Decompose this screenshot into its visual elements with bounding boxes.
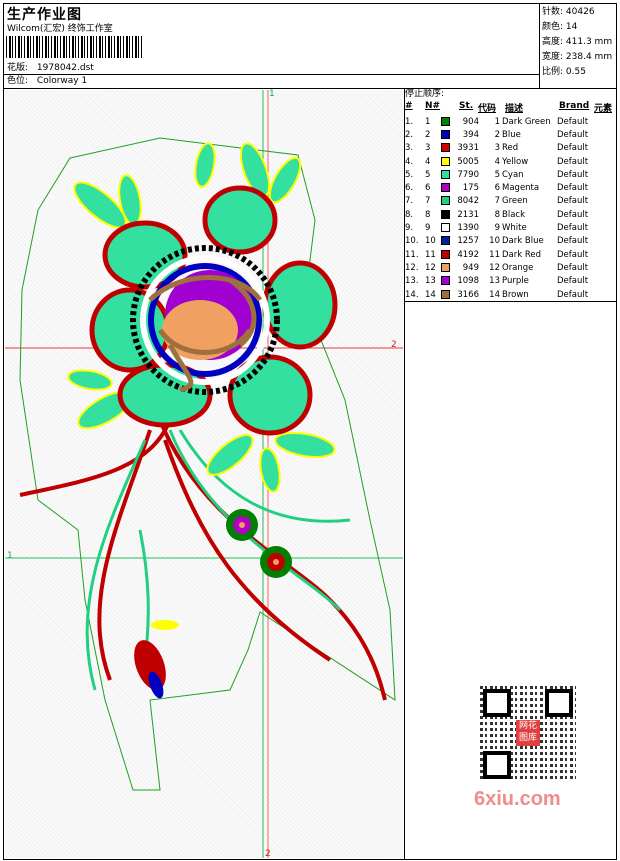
guide-label-bottom: 2 (265, 849, 271, 859)
guide-label-right: 2 (391, 340, 397, 350)
guide-label-left: 1 (7, 551, 13, 561)
guide-label-top: 1 (269, 89, 275, 99)
seal-stamp: 网花图库 (516, 720, 540, 746)
watermark-text: 6xiu.com (474, 788, 561, 810)
qr-code: 网花图库 (480, 686, 576, 782)
